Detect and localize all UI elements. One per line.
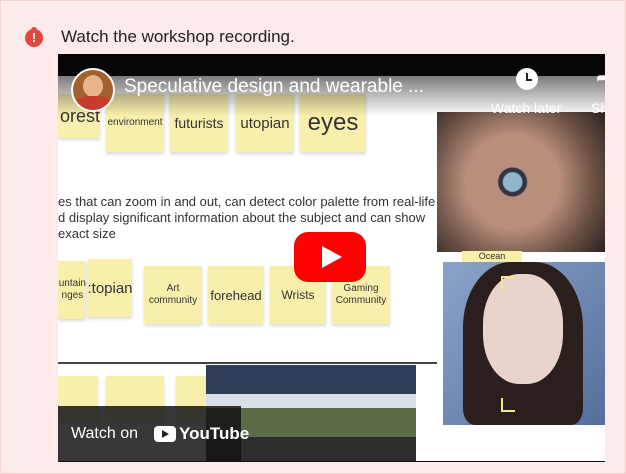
sticky-label: environment <box>107 117 163 128</box>
face-shape <box>483 274 563 384</box>
description-line: d display significant information about … <box>58 210 426 241</box>
video-embed[interactable]: orest environment futurists utopian eyes… <box>58 54 605 462</box>
message-text: Watch the workshop recording. <box>61 27 295 46</box>
watch-on-youtube-button[interactable]: Watch on YouTube <box>58 406 249 462</box>
youtube-logo-icon <box>154 426 176 442</box>
message-panel: ! Watch the workshop recording. orest en… <box>0 0 626 474</box>
sticky-label: Art community <box>148 283 198 306</box>
sticky-note: :topian <box>87 259 133 317</box>
sticky-label: untain nges <box>58 278 86 301</box>
sticky-label: :topian <box>87 279 133 297</box>
focus-bracket <box>501 276 515 290</box>
play-button[interactable] <box>294 232 366 282</box>
clock-icon[interactable] <box>516 68 538 90</box>
description-line: es that can zoom in and out, can detect … <box>58 194 436 209</box>
board-divider <box>58 362 437 364</box>
channel-avatar[interactable] <box>71 68 115 112</box>
sticky-note: untain nges <box>58 261 86 319</box>
sticky-note: Art community <box>144 266 202 324</box>
focus-bracket <box>501 398 515 412</box>
sticky-label: utopian <box>240 114 290 132</box>
share-icon[interactable]: ➦ <box>596 68 605 88</box>
sticky-label: Gaming Community <box>335 283 387 306</box>
sticky-label: Wrists <box>281 288 315 302</box>
board-description: es that can zoom in and out, can detect … <box>58 194 438 242</box>
watch-later-label[interactable]: Watch later <box>491 100 561 116</box>
sticky-label: futurists <box>174 115 224 131</box>
sticky-note: forehead <box>208 266 264 324</box>
watch-on-label: Watch on <box>71 425 138 442</box>
share-label[interactable]: Share <box>591 100 605 116</box>
eye-photo <box>437 112 605 252</box>
video-title[interactable]: Speculative design and wearable ... <box>124 76 424 98</box>
video-top-bar: Speculative design and wearable ... ➦ Wa… <box>58 54 605 116</box>
youtube-wordmark: YouTube <box>179 424 250 443</box>
face-scan-photo <box>443 262 605 425</box>
alert-icon: ! <box>25 27 43 47</box>
sticky-label: forehead <box>210 287 262 303</box>
